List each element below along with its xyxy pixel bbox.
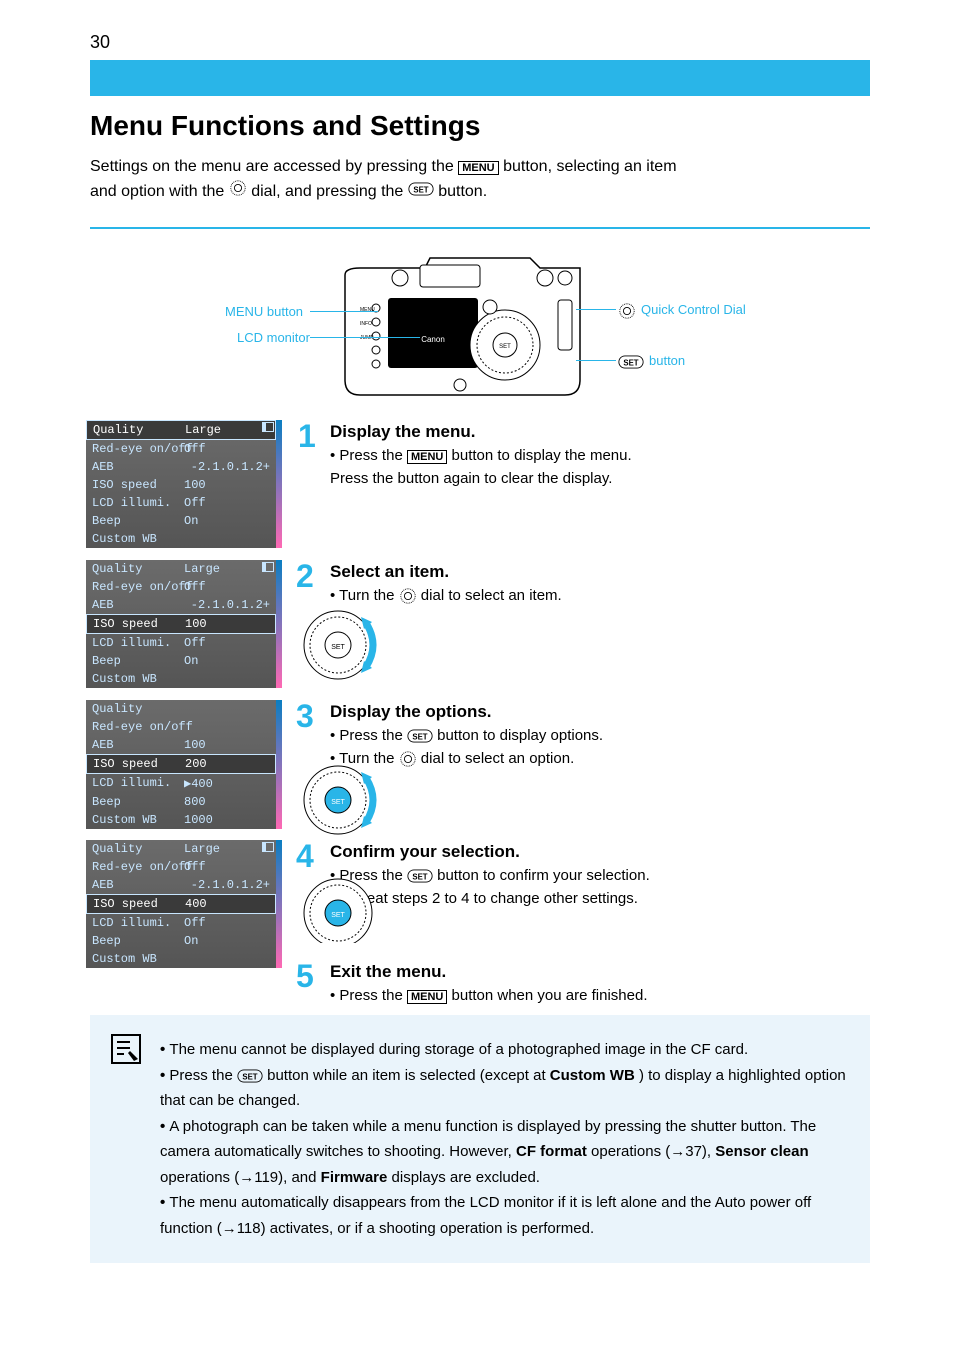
menu-screenshot-3: Quality Red-eye on/off AEB100 ISO speed2… [86, 700, 276, 829]
step-1-title: Display the menu. [330, 422, 475, 442]
step-4-number: 4 [296, 838, 314, 875]
step-2-title: Select an item. [330, 562, 449, 582]
menu-button-label: MENU [458, 161, 498, 175]
label-set-button: button [649, 353, 685, 368]
note-1: The menu cannot be displayed during stor… [160, 1037, 852, 1063]
svg-text:SET: SET [499, 344, 511, 350]
dial-illustration-3: SET [298, 760, 383, 845]
svg-text:JUMP: JUMP [360, 335, 374, 341]
svg-text:SET: SET [623, 358, 638, 367]
svg-text:Canon: Canon [421, 335, 445, 344]
step-2-number: 2 [296, 558, 314, 595]
step-3-body: • Press the SET button to display option… [330, 725, 850, 748]
svg-text:SET: SET [242, 1072, 257, 1081]
svg-text:SET: SET [331, 644, 345, 651]
note-box: The menu cannot be displayed during stor… [90, 1015, 870, 1263]
svg-text:SET: SET [412, 872, 427, 881]
note-icon [110, 1033, 142, 1074]
page-number: 30 [90, 32, 110, 53]
svg-text:MENU: MENU [360, 307, 375, 313]
label-quick-dial: Quick Control Dial [641, 302, 746, 317]
step-5-number: 5 [296, 958, 314, 995]
note-3: A photograph can be taken while a menu f… [160, 1114, 852, 1191]
menu-screenshot-1: QualityLarge Red-eye on/offOff AEB-2.1.0… [86, 420, 276, 548]
menu-screenshot-2: QualityLarge Red-eye on/offOff AEB-2.1.0… [86, 560, 276, 688]
leader-dial [576, 309, 616, 310]
step-5-title: Exit the menu. [330, 962, 446, 982]
dial-icon [229, 179, 247, 205]
intro-text: Settings on the menu are accessed by pre… [90, 155, 850, 205]
dial-illustration-4: SET [298, 878, 383, 948]
svg-text:INFO: INFO [360, 321, 372, 327]
dial-icon-label [618, 302, 636, 325]
dial-illustration-2: SET [298, 605, 383, 690]
step-4-body2: • Repeat steps 2 to 4 to change other se… [330, 888, 850, 911]
note-2: Press the SET button while an item is se… [160, 1063, 852, 1114]
step-3-number: 3 [296, 698, 314, 735]
divider-line [90, 227, 870, 229]
svg-text:SET: SET [331, 799, 345, 806]
set-button-icon: SET [408, 180, 434, 204]
note-4: The menu automatically disappears from t… [160, 1190, 852, 1241]
step-3-body2: • Turn the dial to select an option. [330, 748, 850, 771]
camera-illustration: Canon SET MENU INFO JUMP [330, 240, 590, 400]
step-5-body: • Press the MENU button when you are fin… [330, 985, 850, 1008]
set-icon-label: SET [618, 355, 644, 374]
label-menu-button: MENU button [225, 304, 303, 319]
step-4-body: • Press the SET button to confirm your s… [330, 865, 850, 888]
step-4-title: Confirm your selection. [330, 842, 520, 862]
svg-text:SET: SET [412, 732, 427, 741]
step-2-body: • Turn the dial to select an item. [330, 585, 850, 608]
page-title: Menu Functions and Settings [90, 110, 480, 142]
page-header-bar [90, 60, 870, 96]
leader-lcd [310, 337, 420, 338]
label-lcd-monitor: LCD monitor [237, 330, 310, 345]
step-3-title: Display the options. [330, 702, 492, 722]
step-1-number: 1 [298, 418, 316, 455]
leader-menu [310, 311, 378, 312]
leader-set [576, 360, 616, 361]
svg-text:SET: SET [331, 912, 345, 919]
svg-text:SET: SET [413, 185, 428, 194]
step-1-body: • Press the MENU button to display the m… [330, 445, 850, 490]
menu-screenshot-4: QualityLarge Red-eye on/offOff AEB-2.1.0… [86, 840, 276, 968]
